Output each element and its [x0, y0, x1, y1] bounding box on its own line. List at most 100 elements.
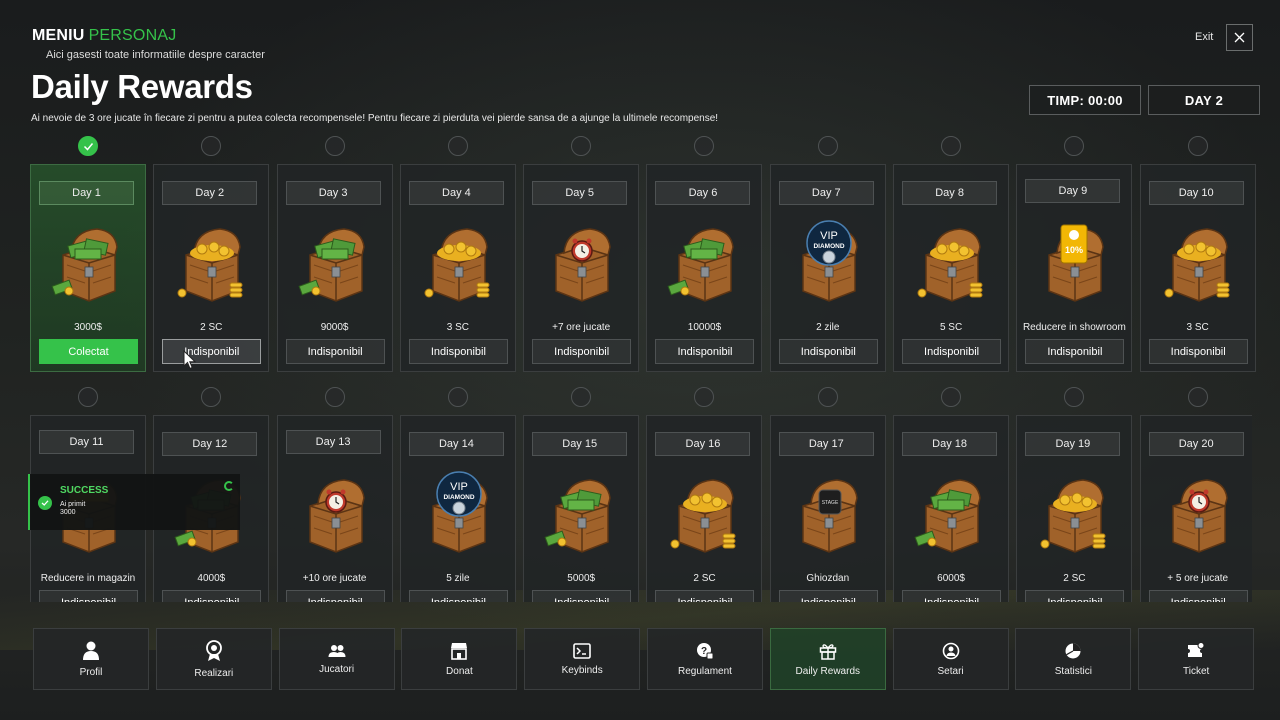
- exit-link[interactable]: Exit: [1195, 31, 1213, 43]
- day-label: Day 11: [39, 430, 134, 454]
- unavailable-button[interactable]: Indisponibil: [285, 590, 385, 602]
- reward-value: 3 SC: [446, 321, 469, 333]
- unavailable-button[interactable]: Indisponibil: [408, 339, 508, 364]
- day-label: Day 13: [285, 430, 381, 454]
- nav-statistici-button[interactable]: Statistici: [1015, 628, 1132, 690]
- day-label: Day 7: [778, 181, 874, 205]
- discount-ticket-chest-icon: 10%: [1035, 217, 1115, 307]
- unavailable-button[interactable]: Indisponibil: [1025, 590, 1125, 602]
- unavailable-button[interactable]: Indisponibil: [162, 339, 262, 364]
- reward-value: 10000$: [687, 321, 722, 333]
- reward-card: Day 18 6000$ Indisponibil: [893, 415, 1010, 602]
- reward-value: 4000$: [197, 572, 226, 584]
- day-status-marker: [1064, 387, 1085, 407]
- day-label: Day 14: [408, 432, 504, 456]
- menu-title: MENIU PERSONAJ: [32, 27, 176, 45]
- success-toast: SUCCESS Ai primit 3000: [28, 474, 240, 530]
- cash-chest-icon: [912, 468, 992, 558]
- toast-amount: 3000: [60, 509, 76, 516]
- reward-card: Day 16 2 SC Indisponibil: [646, 415, 763, 602]
- reward-day-4: Day 4 3 SC Indisponibil: [399, 136, 516, 372]
- reward-card: Day 1 3000$ Colectat: [30, 164, 146, 372]
- nav-realizari-button[interactable]: Realizari: [155, 628, 272, 690]
- day-label: Day 16: [655, 432, 751, 456]
- day-label: Day 6: [655, 181, 751, 205]
- day-status-marker: [941, 136, 962, 156]
- gold-chest-icon: [419, 217, 499, 307]
- day-status-marker: [694, 387, 715, 407]
- day-label: Day 1: [39, 181, 134, 205]
- reward-day-13: Day 13 +10 ore jucate Indisponibil: [276, 387, 393, 602]
- reward-card: Day 9 10% Reducere in showroom Indisponibil: [1016, 164, 1133, 372]
- unavailable-button[interactable]: Indisponibil: [408, 590, 508, 602]
- reward-value: 2 SC: [1063, 572, 1086, 584]
- day-status-marker: [941, 387, 962, 407]
- unavailable-button[interactable]: Indisponibil: [902, 339, 1002, 364]
- toast-message: Ai primit: [60, 501, 86, 508]
- nav-jucatori-button[interactable]: Jucatori: [278, 628, 395, 690]
- nav-daily-rewards-button[interactable]: Daily Rewards: [769, 628, 886, 690]
- day-label: Day 8: [902, 181, 998, 205]
- unavailable-button[interactable]: Indisponibil: [655, 590, 755, 602]
- vip-text: VIP: [450, 481, 468, 493]
- vip-diamond-chest-icon: VIP DIAMOND: [419, 468, 499, 558]
- day-label: Day 19: [1025, 432, 1121, 456]
- unavailable-button[interactable]: Indisponibil: [532, 339, 632, 364]
- reward-card: Day 13 +10 ore jucate Indisponibil: [276, 415, 393, 602]
- unavailable-button[interactable]: Indisponibil: [1148, 339, 1248, 364]
- reward-value: 2 zile: [816, 321, 840, 333]
- reward-value: Ghiozdan: [806, 572, 850, 584]
- unavailable-button[interactable]: Indisponibil: [902, 590, 1002, 602]
- award-icon: [205, 639, 223, 662]
- discount-text: 10%: [1065, 245, 1083, 255]
- nav-donat-button[interactable]: Donat: [401, 628, 518, 690]
- reward-value: + 5 ore jucate: [1167, 572, 1229, 584]
- day-status-marker: [571, 387, 592, 407]
- nav-label: Profil: [79, 666, 103, 678]
- unavailable-button[interactable]: Indisponibil: [162, 590, 262, 602]
- unavailable-button[interactable]: Indisponibil: [285, 339, 385, 364]
- shop-icon: [450, 642, 468, 660]
- close-button[interactable]: [1226, 24, 1253, 51]
- collected-button[interactable]: Colectat: [39, 339, 138, 364]
- bottom-navigation: Profil Realizari Jucatori Donat Keybinds? Reg…: [33, 628, 1255, 690]
- unavailable-button[interactable]: Indisponibil: [532, 590, 632, 602]
- reward-value: 2 SC: [693, 572, 716, 584]
- reward-value: 5000$: [567, 572, 596, 584]
- rewards-description: Ai nevoie de 3 ore jucate în fiecare zi …: [31, 113, 719, 124]
- nav-profil-button[interactable]: Profil: [33, 628, 149, 690]
- day-status-marker: [201, 387, 222, 407]
- unavailable-button[interactable]: Indisponibil: [655, 339, 755, 364]
- day-label: Day 3: [285, 181, 381, 205]
- reward-day-3: Day 3 9000$ Indisponibil: [276, 136, 393, 372]
- nav-ticket-button[interactable]: Ticket: [1138, 628, 1255, 690]
- day-status-marker: [1187, 387, 1208, 407]
- nav-keybinds-button[interactable]: Keybinds: [524, 628, 641, 690]
- day-status-marker: [694, 136, 715, 156]
- unavailable-button[interactable]: Indisponibil: [778, 339, 878, 364]
- reward-value: 5 zile: [446, 572, 470, 584]
- day-label: Day 9: [1025, 179, 1121, 203]
- reward-day-15: Day 15 5000$ Indisponibil: [523, 387, 640, 602]
- unavailable-button[interactable]: Indisponibil: [1148, 590, 1248, 602]
- timer-display: TIMP: 00:00: [1029, 85, 1141, 115]
- gold-chest-icon: [1035, 468, 1115, 558]
- reward-card: Day 10 3 SC Indisponibil: [1139, 164, 1256, 372]
- clock-chest-icon: [296, 468, 376, 558]
- nav-setari-button[interactable]: Setari: [892, 628, 1009, 690]
- unavailable-button[interactable]: Indisponibil: [778, 590, 878, 602]
- day-label: Day 5: [532, 181, 628, 205]
- svg-text:?: ?: [701, 646, 707, 657]
- nav-regulament-button[interactable]: ? Regulament: [646, 628, 763, 690]
- gold-chest-icon: [172, 217, 252, 307]
- reward-value: 3000$: [74, 321, 102, 333]
- clock-chest-icon: [1159, 468, 1239, 558]
- reward-card: Day 5 +7 ore jucate Indisponibil: [523, 164, 640, 372]
- pie-chart-icon: [1064, 642, 1082, 660]
- day-status-marker: [324, 136, 345, 156]
- cash-chest-icon: [542, 468, 622, 558]
- unavailable-button[interactable]: Indisponibil: [39, 590, 138, 602]
- unavailable-button[interactable]: Indisponibil: [1025, 339, 1125, 364]
- reward-card: Day 6 10000$ Indisponibil: [646, 164, 763, 372]
- backpack-chest-icon: STAGE: [789, 468, 869, 558]
